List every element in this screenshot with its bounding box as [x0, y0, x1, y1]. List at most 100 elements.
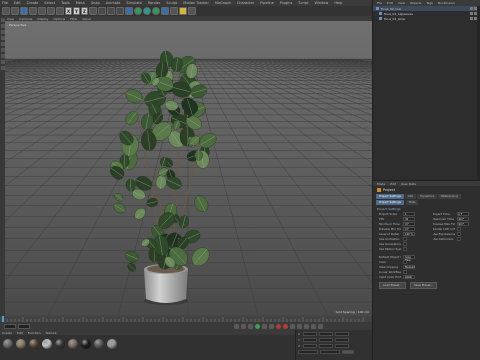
attribute-checkbox[interactable]	[456, 226, 461, 231]
attribute-value-field[interactable]: 1	[403, 211, 415, 216]
obj-menu-bookmarks[interactable]: Bookmarks	[438, 1, 455, 5]
workplane-icon[interactable]	[0, 36, 5, 40]
size-mode-dropdown[interactable]	[320, 350, 340, 354]
attribute-checkbox[interactable]	[403, 241, 407, 246]
attr-menu-mode[interactable]: Mode	[377, 182, 385, 186]
material-swatch[interactable]	[29, 339, 39, 349]
autokey-icon[interactable]	[283, 324, 288, 329]
redo-icon[interactable]	[11, 7, 19, 15]
size-x-field[interactable]	[319, 332, 333, 336]
attribute-checkbox[interactable]	[403, 259, 407, 264]
scene-view[interactable]: Perspective	[5, 21, 372, 316]
object-row[interactable]: ficus_02_lamp	[373, 16, 480, 21]
material-swatch[interactable]	[81, 339, 91, 349]
menu-simulate[interactable]: Simulate	[126, 1, 141, 5]
attribute-value-field[interactable]: Medium	[403, 264, 415, 269]
size-y-field[interactable]	[319, 338, 333, 342]
size-z-field[interactable]	[319, 344, 333, 348]
attribute-checkbox[interactable]	[456, 236, 461, 241]
viewport[interactable]: View Cameras Display Options Filter Pane…	[5, 16, 372, 316]
menu-edit[interactable]: Edit	[14, 1, 21, 5]
make-editable-icon[interactable]	[0, 18, 5, 22]
points-mode-icon[interactable]	[0, 42, 5, 46]
attribute-checkbox[interactable]	[456, 231, 461, 236]
obj-menu-objects[interactable]: Objects	[410, 1, 421, 5]
material-swatch[interactable]	[3, 339, 13, 349]
menu-pipeline[interactable]: Pipeline	[260, 1, 274, 5]
obj-menu-edit[interactable]: Edit	[387, 1, 393, 5]
generator-icon[interactable]	[134, 7, 142, 15]
attribute-value-field[interactable]: 0 F	[456, 211, 469, 216]
cube-icon[interactable]	[125, 7, 133, 15]
menu-render[interactable]: Render	[148, 1, 160, 5]
viewport-menu-filter[interactable]: Filter	[70, 17, 77, 21]
play-backwards-icon[interactable]	[248, 324, 253, 329]
y-axis-lock-button[interactable]: Y	[73, 7, 80, 15]
polygons-mode-icon[interactable]	[0, 54, 5, 58]
material-swatch[interactable]	[55, 339, 65, 349]
edges-mode-icon[interactable]	[0, 48, 5, 52]
scale-key-icon[interactable]	[304, 324, 309, 329]
attribute-value-field[interactable]: 90 F	[456, 216, 469, 221]
go-to-end-icon[interactable]	[269, 324, 274, 329]
attribute-checkbox[interactable]	[403, 236, 407, 241]
attribute-value-field[interactable]: Gray Blue	[403, 254, 415, 262]
attribute-value-field[interactable]: sRGB	[403, 274, 415, 279]
tab-info[interactable]: Info	[404, 194, 417, 199]
mograph-icon[interactable]	[152, 7, 160, 15]
menu-help[interactable]: Help	[334, 1, 342, 5]
rotation-b-field[interactable]	[335, 344, 349, 348]
subtab-todo[interactable]: Todo	[405, 200, 419, 205]
material-swatch[interactable]	[16, 339, 26, 349]
camera-icon[interactable]	[188, 7, 196, 15]
viewport-menu-cameras[interactable]: Cameras	[19, 17, 32, 21]
rotation-p-field[interactable]	[335, 338, 349, 342]
attribute-checkbox[interactable]	[403, 269, 407, 274]
attribute-value-field[interactable]: 30	[403, 216, 415, 221]
viewport-menu-view[interactable]: View	[7, 17, 14, 21]
scale-icon[interactable]	[38, 7, 46, 15]
load-preset-button[interactable]: Load Preset...	[379, 282, 406, 289]
record-icon[interactable]	[276, 324, 281, 329]
menu-window[interactable]: Window	[315, 1, 329, 5]
render-picture-viewer-icon[interactable]	[107, 7, 115, 15]
model-mode-icon[interactable]	[0, 24, 5, 28]
material-menu-texture[interactable]: Texture	[46, 331, 57, 335]
obj-menu-tags[interactable]: Tags	[426, 1, 433, 5]
coordinate-mode-dropdown[interactable]	[298, 350, 318, 354]
light-icon[interactable]	[179, 7, 187, 15]
material-menu-edit[interactable]: Edit	[17, 331, 23, 335]
attribute-checkbox[interactable]	[403, 246, 407, 251]
viewport-menu-display[interactable]: Display	[37, 17, 48, 21]
attribute-value-field[interactable]: 100 %	[403, 231, 415, 236]
recent-tools-icon[interactable]	[56, 7, 64, 15]
material-menu-function[interactable]: Function	[28, 331, 41, 335]
attribute-value-field[interactable]: 0 F	[403, 221, 415, 226]
tab-project-settings[interactable]: Project Settings	[376, 194, 404, 199]
position-y-field[interactable]	[303, 338, 317, 342]
spline-icon[interactable]	[143, 7, 151, 15]
viewport-menu-options[interactable]: Options	[54, 17, 66, 21]
position-key-icon[interactable]	[297, 324, 302, 329]
deformer-icon[interactable]	[161, 7, 169, 15]
menu-mesh[interactable]: Mesh	[76, 1, 85, 5]
play-icon[interactable]	[255, 324, 260, 329]
undo-icon[interactable]	[2, 7, 10, 15]
menu-plugins[interactable]: Plugins	[280, 1, 293, 5]
material-swatch[interactable]	[42, 339, 52, 349]
attr-menu-edit[interactable]: Edit	[390, 182, 396, 186]
menu-mograph[interactable]: MoGraph	[215, 1, 231, 5]
rotation-key-icon[interactable]	[311, 324, 316, 329]
timeline-menu-icon[interactable]	[318, 324, 323, 329]
material-swatch[interactable]	[107, 339, 117, 349]
menu-create[interactable]: Create	[27, 1, 39, 5]
obj-menu-file[interactable]: File	[377, 1, 382, 5]
tab-dynamics[interactable]: Dynamics	[417, 194, 438, 199]
menu-script[interactable]: Script	[298, 1, 308, 5]
menu-file[interactable]: File	[2, 1, 8, 5]
viewport-menu-panel[interactable]: Panel	[83, 17, 91, 21]
snap-icon[interactable]	[0, 66, 5, 70]
texture-mode-icon[interactable]	[0, 30, 5, 34]
live-selection-icon[interactable]	[20, 7, 28, 15]
rotate-icon[interactable]	[47, 7, 55, 15]
